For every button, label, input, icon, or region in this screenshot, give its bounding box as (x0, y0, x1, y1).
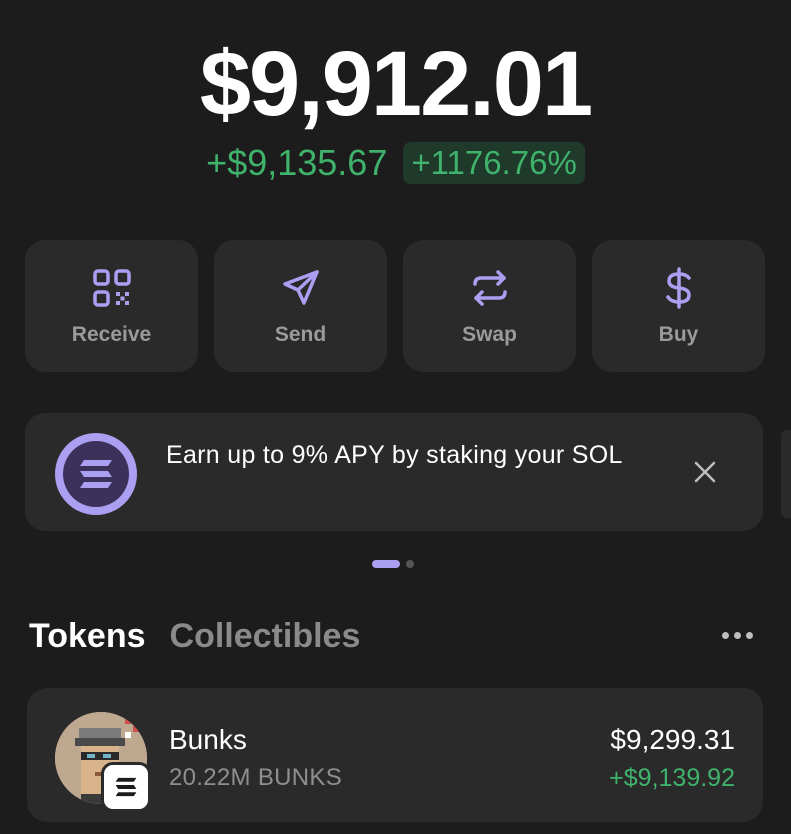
close-icon[interactable] (692, 459, 718, 485)
buy-button[interactable]: Buy (592, 240, 765, 372)
swap-button[interactable]: Swap (403, 240, 576, 372)
balance-change-percent-badge: +1176.76% (403, 142, 585, 184)
token-change: +$9,139.92 (609, 764, 735, 792)
token-name: Bunks (169, 724, 247, 755)
swap-arrows-icon (472, 270, 507, 306)
balance-change-row: +$9,135.67 +1176.76% (0, 142, 791, 184)
qr-code-icon (92, 269, 131, 307)
asset-tabs: Tokens Collectibles (29, 617, 360, 656)
paper-plane-icon (282, 270, 319, 305)
carousel-dot-active[interactable] (372, 560, 400, 568)
send-label: Send (274, 323, 327, 346)
receive-label: Receive (71, 323, 152, 346)
next-banner-peek (781, 430, 791, 518)
staking-promo-banner[interactable]: Earn up to 9% APY by staking your SOL (25, 413, 763, 531)
buy-label: Buy (658, 323, 699, 346)
receive-button[interactable]: Receive (25, 240, 198, 372)
balance-change-amount: +$9,135.67 (206, 142, 388, 183)
carousel-dot[interactable] (406, 560, 414, 568)
token-value: $9,299.31 (610, 724, 735, 755)
token-row[interactable]: Bunks 20.22M BUNKS $9,299.31 +$9,139.92 (27, 688, 763, 822)
solana-logo-icon (55, 433, 137, 515)
tab-collectibles[interactable]: Collectibles (170, 617, 361, 656)
more-options-icon[interactable] (722, 632, 753, 639)
total-balance: $9,912.01 (199, 33, 593, 135)
dollar-icon (665, 267, 691, 309)
solana-badge-icon (101, 762, 151, 812)
staking-promo-text: Earn up to 9% APY by staking your SOL (166, 441, 623, 469)
action-buttons: Receive Send Swap Buy (25, 240, 765, 372)
token-amount: 20.22M BUNKS (169, 764, 343, 791)
swap-label: Swap (462, 323, 517, 346)
tab-tokens[interactable]: Tokens (29, 617, 146, 656)
send-button[interactable]: Send (214, 240, 387, 372)
carousel-pagination (372, 560, 414, 568)
